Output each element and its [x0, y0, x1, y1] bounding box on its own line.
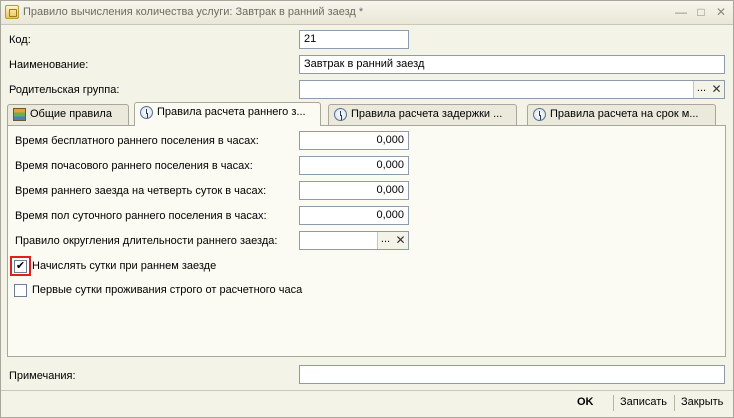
tab-label: Общие правила — [30, 108, 112, 120]
parent-group-clear-button[interactable]: ✕ — [709, 81, 724, 98]
quarter-early-field[interactable]: 0,000 — [299, 181, 409, 200]
rounding-clear-button[interactable]: ✕ — [393, 232, 408, 249]
half-early-field[interactable]: 0,000 — [299, 206, 409, 225]
charge-day-label[interactable]: Начислять сутки при раннем заезде — [32, 260, 216, 272]
code-label: Код: — [9, 34, 31, 46]
tab-early-checkin-rules[interactable]: Правила расчета раннего з... — [134, 102, 321, 126]
window-title: Правило вычисления количества услуги: За… — [23, 6, 364, 18]
free-early-field[interactable]: 0,000 — [299, 131, 409, 150]
name-label: Наименование: — [9, 59, 89, 71]
rounding-select-button[interactable]: ... — [377, 232, 393, 249]
name-field[interactable]: Завтрак в ранний заезд — [299, 55, 725, 74]
tab-general-rules[interactable]: Общие правила — [7, 104, 129, 125]
charge-day-checkbox[interactable]: ✔ — [14, 260, 27, 273]
tab-label: Правила расчета раннего з... — [157, 106, 306, 118]
rounding-label: Правило округления длительности раннего … — [15, 235, 278, 247]
clock-icon — [140, 106, 153, 119]
parent-group-select-button[interactable]: ... — [693, 81, 709, 98]
parent-group-label: Родительская группа: — [9, 84, 120, 96]
first-day-label[interactable]: Первые сутки проживания строго от расчет… — [32, 284, 302, 296]
notes-field[interactable] — [299, 365, 725, 384]
stack-icon — [13, 108, 26, 121]
first-day-checkbox[interactable] — [14, 284, 27, 297]
code-field[interactable]: 21 — [299, 30, 409, 49]
title-bar: Правило вычисления количества услуги: За… — [1, 1, 733, 25]
tab-late-checkout-rules[interactable]: Правила расчета задержки ... — [328, 104, 517, 125]
free-early-label: Время бесплатного раннего поселения в ча… — [15, 135, 259, 147]
clock-icon — [334, 108, 347, 121]
notes-label: Примечания: — [9, 370, 76, 382]
rounding-field[interactable]: ... ✕ — [299, 231, 409, 250]
hourly-early-field[interactable]: 0,000 — [299, 156, 409, 175]
save-button[interactable]: Записать — [620, 396, 667, 408]
tab-label: Правила расчета задержки ... — [351, 108, 503, 120]
close-window-button[interactable]: ✕ — [713, 5, 729, 20]
footer-separator — [613, 395, 614, 411]
form-window: Правило вычисления количества услуги: За… — [0, 0, 734, 418]
tab-label: Правила расчета на срок м... — [550, 108, 699, 120]
footer-divider — [1, 390, 733, 391]
half-early-label: Время пол суточного раннего поселения в … — [15, 210, 267, 222]
clock-icon — [533, 108, 546, 121]
hourly-early-label: Время почасового раннего поселения в час… — [15, 160, 253, 172]
quarter-early-label: Время раннего заезда на четверть суток в… — [15, 185, 267, 197]
maximize-button[interactable]: □ — [693, 5, 709, 20]
parent-group-field[interactable]: ... ✕ — [299, 80, 725, 99]
ok-button[interactable]: OK — [577, 396, 594, 408]
tab-term-rules[interactable]: Правила расчета на срок м... — [527, 104, 716, 125]
footer-separator — [674, 395, 675, 411]
form-icon — [5, 5, 19, 19]
close-button[interactable]: Закрыть — [681, 396, 723, 408]
minimize-button[interactable]: — — [673, 5, 689, 20]
